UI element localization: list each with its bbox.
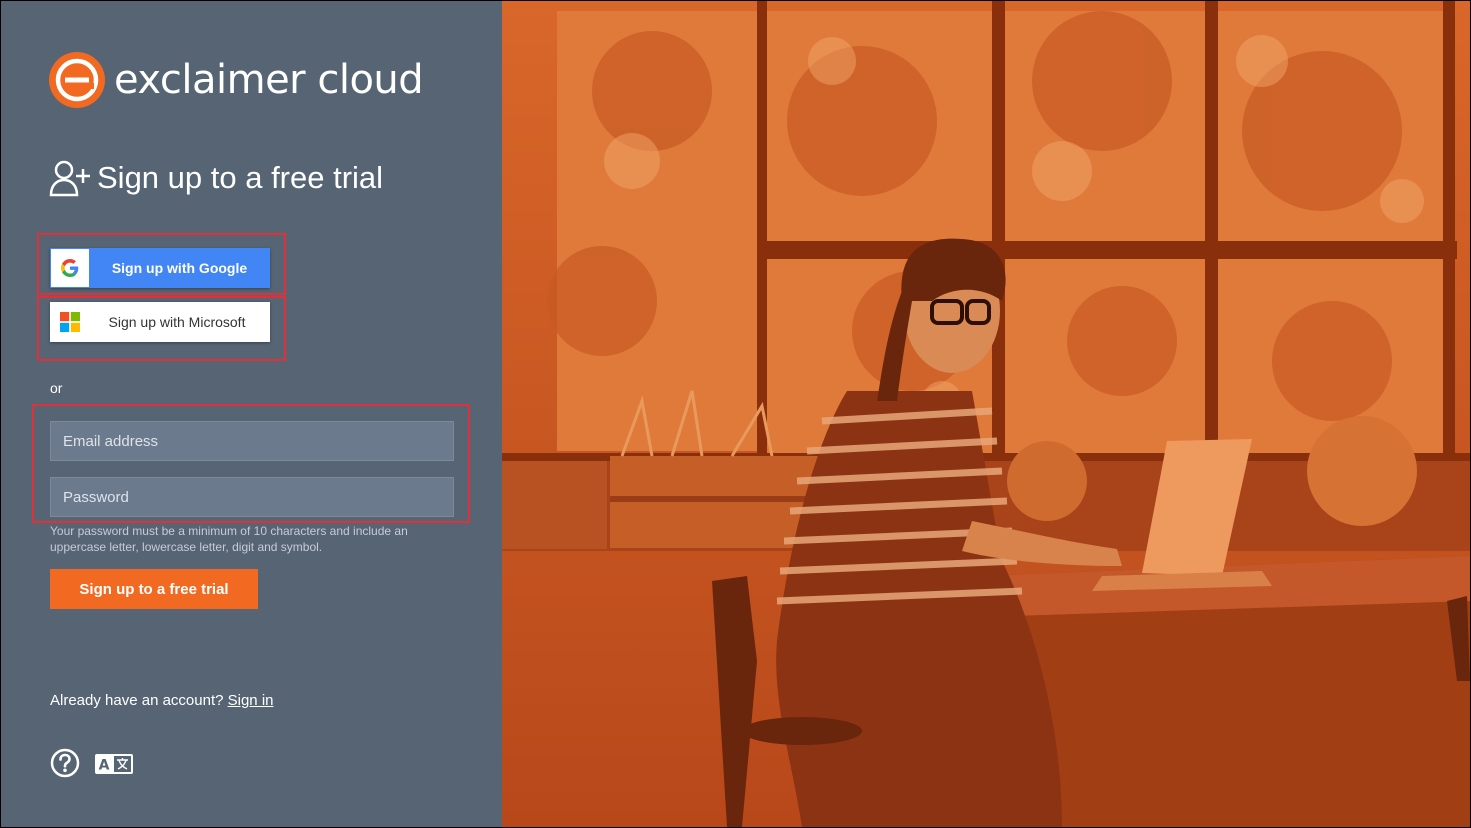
svg-text:A: A <box>99 758 110 774</box>
language-icon[interactable]: A <box>94 753 134 775</box>
email-field[interactable] <box>50 421 454 461</box>
google-signup-button[interactable]: Sign up with Google <box>50 248 270 288</box>
signup-panel: exclaimer cloud Sign up to a free trial <box>1 1 502 827</box>
password-field[interactable] <box>50 477 454 517</box>
hero-photo <box>502 1 1470 827</box>
brand-logo: exclaimer cloud <box>49 52 424 108</box>
google-icon <box>61 259 79 277</box>
help-icon[interactable] <box>50 748 80 778</box>
signup-submit-button[interactable]: Sign up to a free trial <box>50 569 258 609</box>
microsoft-icon-box <box>50 302 90 342</box>
signin-link[interactable]: Sign in <box>228 692 274 709</box>
brand-name: exclaimer cloud <box>114 57 424 103</box>
google-icon-box <box>51 249 89 287</box>
account-prompt-text: Already have an account? <box>50 692 224 709</box>
page-title-text: Sign up to a free trial <box>97 160 384 195</box>
or-divider: or <box>50 380 63 396</box>
microsoft-icon <box>60 312 80 332</box>
exclaimer-logo-icon <box>49 52 105 108</box>
microsoft-signup-button[interactable]: Sign up with Microsoft <box>50 302 270 342</box>
microsoft-signup-label: Sign up with Microsoft <box>108 314 246 330</box>
signup-page: exclaimer cloud Sign up to a free trial <box>1 1 1470 827</box>
password-hint: Your password must be a minimum of 10 ch… <box>50 524 408 554</box>
add-user-icon <box>49 160 90 197</box>
google-signup-label: Sign up with Google <box>111 260 248 276</box>
woman-at-laptop-image <box>502 1 1470 827</box>
signin-prompt: Already have an account? Sign in <box>50 692 274 709</box>
page-title: Sign up to a free trial <box>49 159 383 197</box>
